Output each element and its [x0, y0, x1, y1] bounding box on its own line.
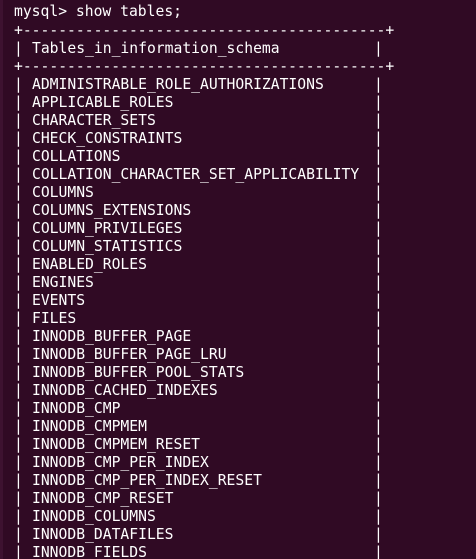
table-row: FILES: [32, 310, 77, 327]
row-right-pipe: |: [374, 526, 383, 543]
row-right-pipe: |: [374, 166, 383, 183]
terminal-window[interactable]: mysql> show tables; +-------------------…: [0, 0, 476, 559]
row-left-pipe: |: [14, 130, 23, 147]
table-row: CHARACTER_SETS: [32, 112, 156, 129]
row-right-pipe: |: [374, 544, 383, 559]
table-row: COLUMNS_EXTENSIONS: [32, 202, 192, 219]
row-right-pipe: |: [374, 418, 383, 435]
table-row: INNODB_FIELDS: [32, 544, 147, 559]
row-right-pipe: |: [374, 202, 383, 219]
row-right-pipe: |: [374, 130, 383, 147]
table-row: INNODB_CACHED_INDEXES: [32, 382, 218, 399]
table-row: COLUMN_PRIVILEGES: [32, 220, 183, 237]
row-left-pipe: |: [14, 184, 23, 201]
row-right-pipe: |: [374, 454, 383, 471]
row-left-pipe: |: [14, 238, 23, 255]
row-left-pipe: |: [14, 292, 23, 309]
row-right-pipe: |: [374, 256, 383, 273]
row-right-pipe: |: [374, 220, 383, 237]
table-row: COLLATION_CHARACTER_SET_APPLICABILITY: [32, 166, 360, 183]
row-left-pipe: |: [14, 526, 23, 543]
row-right-pipe: |: [374, 472, 383, 489]
row-left-pipe: |: [14, 400, 23, 417]
row-right-pipe: |: [374, 310, 383, 327]
table-row: INNODB_COLUMNS: [32, 508, 156, 525]
row-right-pipe: |: [374, 490, 383, 507]
table-row: INNODB_CMP_PER_INDEX: [32, 454, 209, 471]
row-left-pipe: |: [14, 94, 23, 111]
table-row: CHECK_CONSTRAINTS: [32, 130, 183, 147]
row-left-pipe: |: [14, 112, 23, 129]
row-right-pipe: |: [374, 148, 383, 165]
table-row: INNODB_BUFFER_POOL_STATS: [32, 364, 245, 381]
table-row: INNODB_DATAFILES: [32, 526, 174, 543]
row-right-pipe: |: [374, 292, 383, 309]
row-left-pipe: |: [14, 274, 23, 291]
row-right-pipe: |: [374, 364, 383, 381]
table-top-border: +---------------------------------------…: [14, 22, 395, 39]
row-right-pipe: |: [374, 382, 383, 399]
row-left-pipe: |: [14, 310, 23, 327]
row-left-pipe: |: [14, 364, 23, 381]
row-right-pipe: |: [374, 112, 383, 129]
row-left-pipe: |: [14, 220, 23, 237]
table-row: APPLICABLE_ROLES: [32, 94, 174, 111]
row-left-pipe: |: [14, 202, 23, 219]
row-left-pipe: |: [14, 418, 23, 435]
table-header-border: +---------------------------------------…: [14, 58, 395, 75]
row-left-pipe: |: [14, 382, 23, 399]
table-row: ENABLED_ROLES: [32, 256, 147, 273]
table-row: INNODB_CMP_RESET: [32, 490, 174, 507]
row-right-pipe: |: [374, 346, 383, 363]
table-row: INNODB_CMPMEM_RESET: [32, 436, 201, 453]
row-left-pipe: |: [14, 166, 23, 183]
table-row: INNODB_BUFFER_PAGE: [32, 328, 192, 345]
row-left-pipe: |: [14, 76, 23, 93]
table-row: INNODB_CMP: [32, 400, 121, 417]
window-edge: [0, 0, 3, 559]
table-row: ENGINES: [32, 274, 94, 291]
row-left-pipe: |: [14, 454, 23, 471]
row-right-pipe: |: [374, 238, 383, 255]
table-row: INNODB_CMP_PER_INDEX_RESET: [32, 472, 262, 489]
row-left-pipe: |: [14, 346, 23, 363]
row-right-pipe: |: [374, 76, 383, 93]
row-left-pipe: |: [14, 256, 23, 273]
row-right-pipe: |: [374, 508, 383, 525]
command-prompt-line: mysql> show tables;: [14, 3, 183, 20]
row-right-pipe: |: [374, 274, 383, 291]
row-right-pipe: |: [374, 328, 383, 345]
table-row: INNODB_CMPMEM: [32, 418, 147, 435]
row-left-pipe: |: [14, 436, 23, 453]
row-left-pipe: |: [14, 148, 23, 165]
table-row: COLUMN_STATISTICS: [32, 238, 183, 255]
header-left-pipe: |: [14, 40, 23, 57]
table-row: INNODB_BUFFER_PAGE_LRU: [32, 346, 227, 363]
row-left-pipe: |: [14, 328, 23, 345]
row-left-pipe: |: [14, 472, 23, 489]
table-row: COLLATIONS: [32, 148, 121, 165]
table-row: ADMINISTRABLE_ROLE_AUTHORIZATIONS: [32, 76, 324, 93]
table-row: COLUMNS: [32, 184, 94, 201]
header-right-pipe: |: [374, 40, 383, 57]
row-left-pipe: |: [14, 490, 23, 507]
row-right-pipe: |: [374, 400, 383, 417]
row-right-pipe: |: [374, 94, 383, 111]
table-row: EVENTS: [32, 292, 86, 309]
row-right-pipe: |: [374, 436, 383, 453]
column-header: Tables_in_information_schema: [32, 40, 280, 57]
row-left-pipe: |: [14, 508, 23, 525]
row-left-pipe: |: [14, 544, 23, 559]
row-right-pipe: |: [374, 184, 383, 201]
